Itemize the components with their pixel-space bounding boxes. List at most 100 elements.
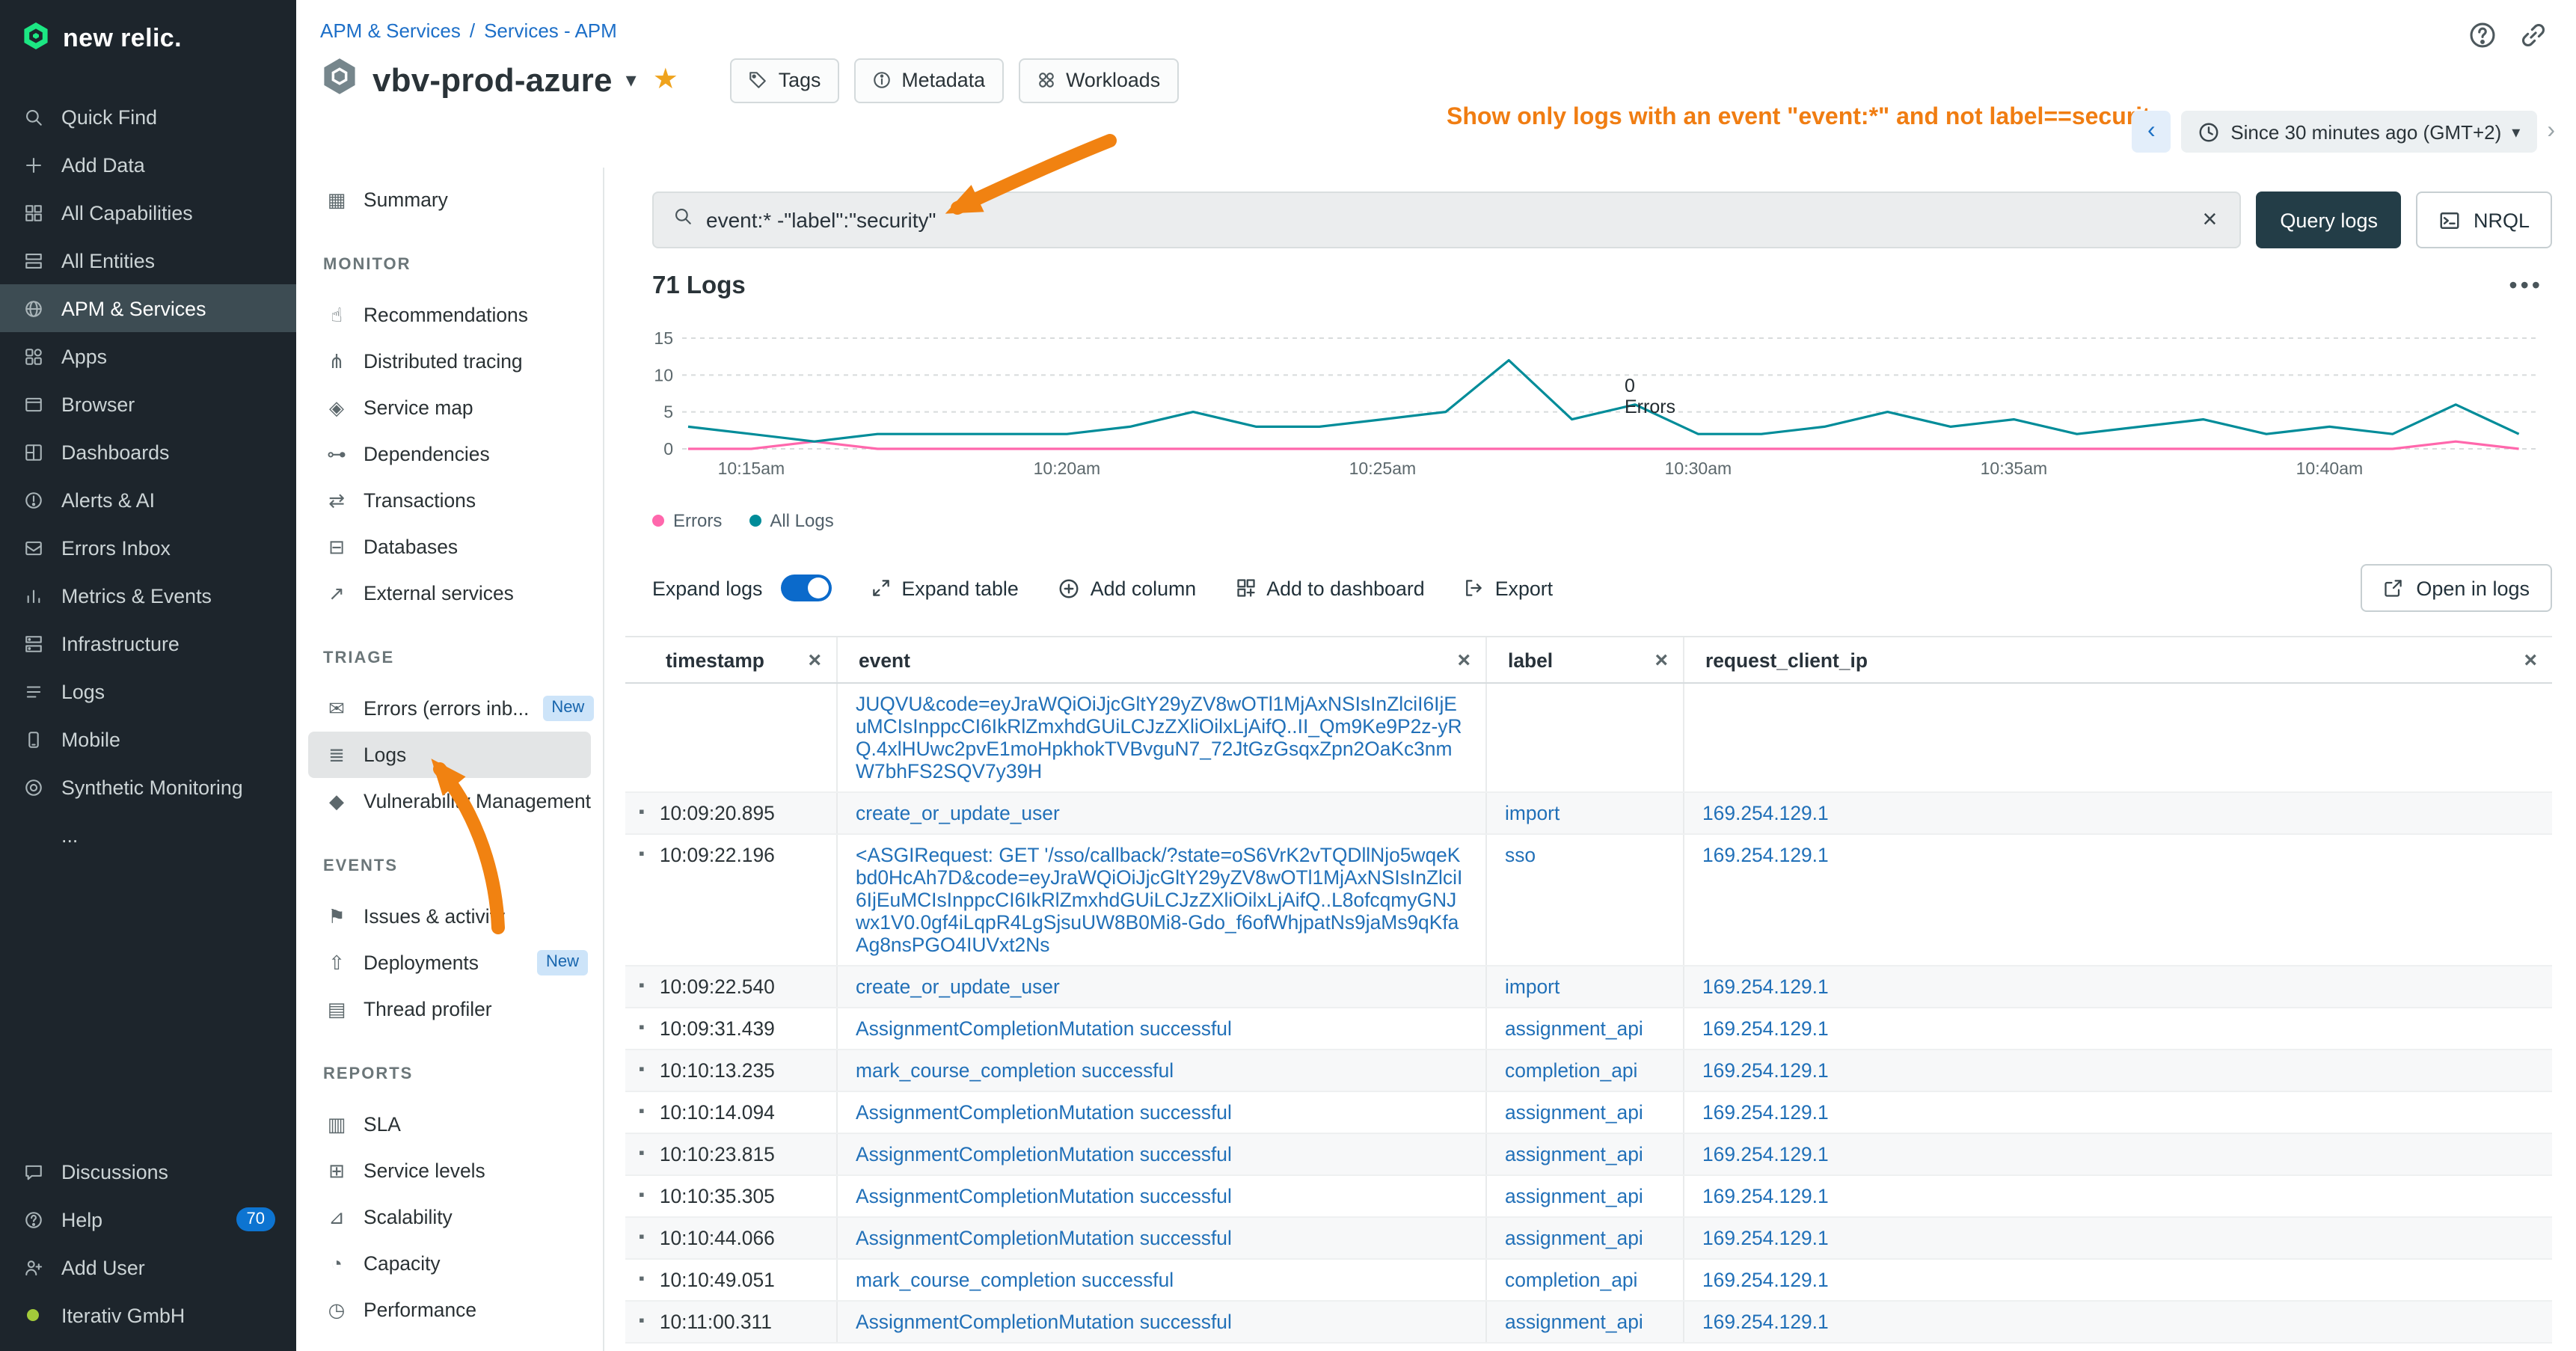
subnav-item-distributed-tracing[interactable]: ⋔ Distributed tracing: [296, 338, 603, 385]
sidebar-item-quick-find[interactable]: Quick Find: [0, 93, 296, 141]
subnav-item-summary[interactable]: ▦ Summary: [296, 177, 603, 223]
table-row[interactable]: ▪10:09:22.540 create_or_update_user impo…: [625, 966, 2552, 1008]
label-link[interactable]: assignment_api: [1505, 1101, 1665, 1124]
favorite-star-icon[interactable]: ★: [653, 63, 678, 97]
clear-query-icon[interactable]: ×: [2200, 205, 2221, 235]
table-row[interactable]: ▪10:10:35.305 AssignmentCompletionMutati…: [625, 1176, 2552, 1218]
ip-link[interactable]: 169.254.129.1: [1702, 1185, 2534, 1207]
subnav-item-performance[interactable]: ◷ Performance: [296, 1287, 603, 1333]
subnav-item-deployments[interactable]: ⇧ Deployments New: [296, 940, 603, 986]
sidebar-item-apm-services[interactable]: APM & Services: [0, 284, 296, 332]
workloads-button[interactable]: Workloads: [1018, 58, 1178, 102]
remove-column-icon[interactable]: ×: [1655, 647, 1668, 673]
subnav-item-external-services[interactable]: ↗ External services: [296, 570, 603, 616]
event-link[interactable]: mark_course_completion successful: [856, 1059, 1468, 1082]
event-link[interactable]: AssignmentCompletionMutation successful: [856, 1227, 1468, 1249]
row-expand-icon[interactable]: ▪: [639, 844, 645, 866]
table-row[interactable]: ▪10:10:44.066 AssignmentCompletionMutati…: [625, 1218, 2552, 1260]
label-link[interactable]: assignment_api: [1505, 1185, 1665, 1207]
sidebar-item-help[interactable]: Help 70: [0, 1195, 296, 1243]
add-column-button[interactable]: Add column: [1058, 577, 1196, 599]
event-link[interactable]: create_or_update_user: [856, 975, 1468, 998]
ip-link[interactable]: 169.254.129.1: [1702, 1059, 2534, 1082]
remove-column-icon[interactable]: ×: [808, 647, 821, 673]
column-header-request-client-ip[interactable]: request_client_ip ×: [1684, 637, 2552, 682]
subnav-item-service-map[interactable]: ◈ Service map: [296, 385, 603, 431]
sidebar-item-more[interactable]: ...: [0, 811, 296, 859]
column-header-timestamp[interactable]: timestamp ×: [625, 637, 838, 682]
open-in-logs-button[interactable]: Open in logs: [2361, 564, 2552, 612]
query-input[interactable]: [706, 208, 2186, 232]
ip-link[interactable]: 169.254.129.1: [1702, 1143, 2534, 1165]
metadata-button[interactable]: Metadata: [853, 58, 1003, 102]
ip-link[interactable]: 169.254.129.1: [1702, 1269, 2534, 1291]
sidebar-item-metrics-events[interactable]: Metrics & Events: [0, 572, 296, 619]
row-expand-icon[interactable]: ▪: [639, 1185, 645, 1207]
legend-item-all-logs[interactable]: All Logs: [749, 510, 833, 531]
sidebar-item-mobile[interactable]: Mobile: [0, 715, 296, 763]
remove-column-icon[interactable]: ×: [2524, 647, 2537, 673]
table-row[interactable]: JUQVU&code=eyJraWQiOiJjcGltY29yZV8wOTl1M…: [625, 684, 2552, 793]
new-relic-logo[interactable]: new relic.: [0, 0, 296, 78]
sidebar-item-all-entities[interactable]: All Entities: [0, 236, 296, 284]
ip-link[interactable]: 169.254.129.1: [1702, 1311, 2534, 1333]
sidebar-item-all-capabilities[interactable]: All Capabilities: [0, 189, 296, 236]
label-link[interactable]: completion_api: [1505, 1269, 1665, 1291]
table-row[interactable]: ▪10:09:20.895 create_or_update_user impo…: [625, 793, 2552, 835]
sidebar-item-apps[interactable]: Apps: [0, 332, 296, 380]
label-link[interactable]: sso: [1505, 844, 1665, 866]
subnav-item-databases[interactable]: ⊟ Databases: [296, 524, 603, 570]
label-link[interactable]: completion_api: [1505, 1059, 1665, 1082]
label-link[interactable]: import: [1505, 975, 1665, 998]
subnav-item-transactions[interactable]: ⇄ Transactions: [296, 477, 603, 524]
export-button[interactable]: Export: [1464, 577, 1553, 599]
label-link[interactable]: assignment_api: [1505, 1311, 1665, 1333]
sidebar-item-alerts-ai[interactable]: Alerts & AI: [0, 476, 296, 524]
ip-link[interactable]: 169.254.129.1: [1702, 1227, 2534, 1249]
column-header-event[interactable]: event ×: [838, 637, 1487, 682]
row-expand-icon[interactable]: ▪: [639, 1059, 645, 1082]
time-range-button[interactable]: Since 30 minutes ago (GMT+2) ▾: [2181, 111, 2536, 153]
copy-link-icon[interactable]: [2516, 18, 2549, 51]
table-row[interactable]: ▪10:11:00.311 AssignmentCompletionMutati…: [625, 1302, 2552, 1344]
table-row[interactable]: ▪10:09:22.196 <ASGIRequest: GET '/sso/ca…: [625, 835, 2552, 966]
query-bar[interactable]: ×: [652, 192, 2241, 248]
sidebar-item-infrastructure[interactable]: Infrastructure: [0, 619, 296, 667]
row-expand-icon[interactable]: ▪: [639, 1311, 645, 1333]
event-link[interactable]: AssignmentCompletionMutation successful: [856, 1143, 1468, 1165]
table-row[interactable]: ▪10:10:49.051 mark_course_completion suc…: [625, 1260, 2552, 1302]
column-header-label[interactable]: label ×: [1487, 637, 1684, 682]
sidebar-item-browser[interactable]: Browser: [0, 380, 296, 428]
expand-logs-toggle[interactable]: [780, 575, 831, 601]
ip-link[interactable]: 169.254.129.1: [1702, 802, 2534, 824]
table-row[interactable]: ▪10:10:13.235 mark_course_completion suc…: [625, 1050, 2552, 1092]
subnav-item-thread-profiler[interactable]: ▤ Thread profiler: [296, 986, 603, 1032]
sidebar-item-discussions[interactable]: Discussions: [0, 1148, 296, 1195]
event-link[interactable]: JUQVU&code=eyJraWQiOiJjcGltY29yZV8wOTl1M…: [856, 693, 1468, 782]
event-link[interactable]: AssignmentCompletionMutation successful: [856, 1311, 1468, 1333]
row-expand-icon[interactable]: ▪: [639, 1269, 645, 1291]
breadcrumb-link-apm-services[interactable]: APM & Services: [320, 19, 461, 42]
expand-table-button[interactable]: Expand table: [870, 577, 1018, 599]
add-to-dashboard-button[interactable]: Add to dashboard: [1235, 577, 1424, 599]
row-expand-icon[interactable]: ▪: [639, 1227, 645, 1249]
sidebar-item-logs[interactable]: Logs: [0, 667, 296, 715]
row-expand-icon[interactable]: ▪: [639, 1017, 645, 1040]
query-logs-button[interactable]: Query logs: [2256, 192, 2402, 248]
event-link[interactable]: AssignmentCompletionMutation successful: [856, 1101, 1468, 1124]
label-link[interactable]: import: [1505, 802, 1665, 824]
event-link[interactable]: AssignmentCompletionMutation successful: [856, 1185, 1468, 1207]
legend-item-errors[interactable]: Errors: [652, 510, 722, 531]
label-link[interactable]: assignment_api: [1505, 1227, 1665, 1249]
sidebar-item-iterativ-gmbh[interactable]: Iterativ GmbH: [0, 1291, 296, 1339]
subnav-item-capacity[interactable]: ◔ Capacity: [296, 1240, 603, 1287]
subnav-item-logs[interactable]: ≣ Logs: [308, 732, 591, 778]
label-link[interactable]: assignment_api: [1505, 1017, 1665, 1040]
ip-link[interactable]: 169.254.129.1: [1702, 1101, 2534, 1124]
table-row[interactable]: ▪10:10:14.094 AssignmentCompletionMutati…: [625, 1092, 2552, 1134]
time-forward-button[interactable]: ›: [2547, 118, 2555, 145]
subnav-item-scalability[interactable]: ⊿ Scalability: [296, 1194, 603, 1240]
tags-button[interactable]: Tags: [731, 58, 839, 102]
row-expand-icon[interactable]: ▪: [639, 1101, 645, 1124]
subnav-item-recommendations[interactable]: ☝ Recommendations: [296, 292, 603, 338]
